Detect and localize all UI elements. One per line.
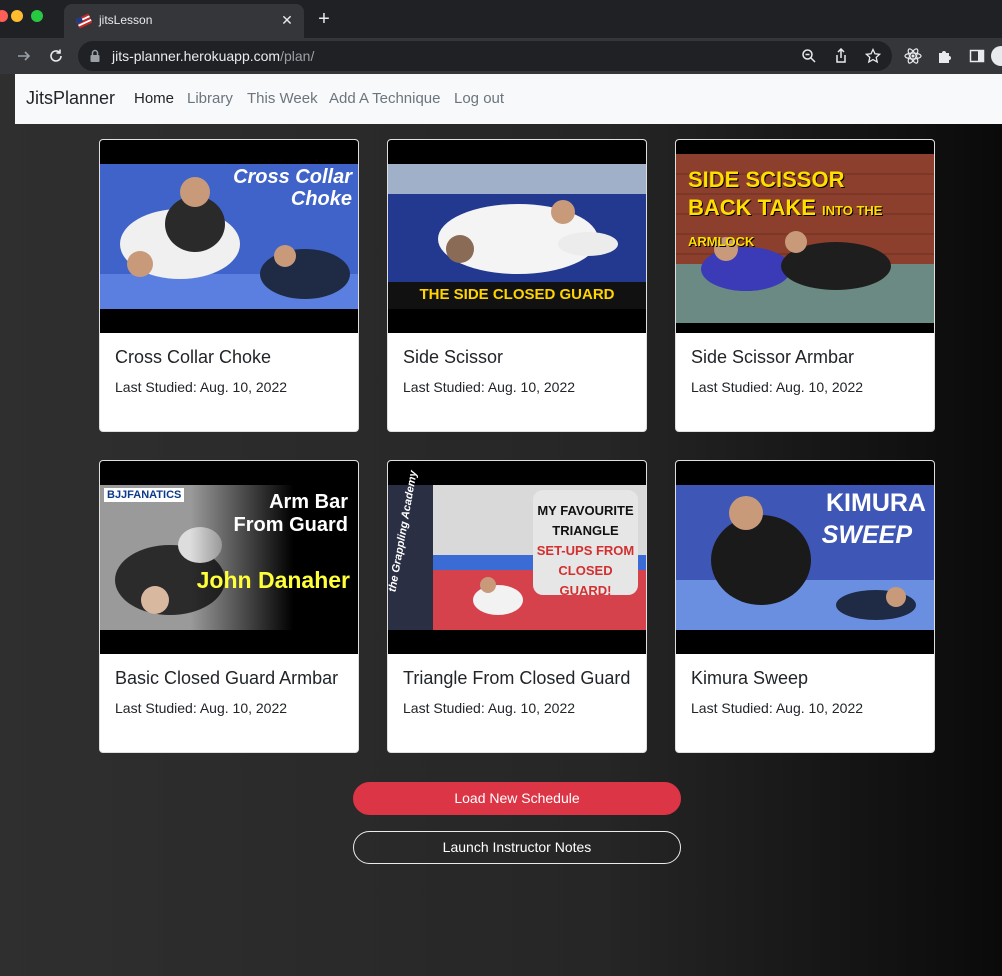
thumbnail-caption-line: From Guard [233, 514, 348, 536]
card-title: Cross Collar Choke [115, 347, 272, 367]
thumbnail-caption-line: SET-UPS FROM [536, 543, 635, 558]
technique-card[interactable]: Cross Collar Choke Cross Collar Choke La… [99, 139, 359, 432]
thumbnail-caption-line: BACK TAKE INTO THE ARMLOCK [688, 194, 934, 256]
card-last-studied: Last Studied: Aug. 10, 2022 [115, 700, 288, 716]
navbar-brand[interactable]: JitsPlanner [26, 88, 115, 109]
browser-toolbar: jits-planner.herokuapp.com/plan/ [0, 38, 1002, 74]
react-devtools-icon[interactable] [902, 45, 924, 67]
thumbnail-caption-line: SIDE SCISSOR [688, 167, 845, 192]
minimize-window-button[interactable] [11, 10, 23, 22]
tab-title: jitsLesson [99, 13, 153, 27]
thumbnail-caption-word: BACK TAKE [688, 195, 816, 220]
nav-link-home[interactable]: Home [134, 90, 174, 107]
video-thumbnail[interactable]: Cross Collar Choke [100, 140, 358, 333]
thumbnail-caption: John Danaher [196, 567, 350, 593]
thumbnail-caption-line: TRIANGLE [552, 523, 619, 538]
technique-card[interactable]: THE SIDE CLOSED GUARD Side Scissor Last … [387, 139, 647, 432]
thumbnail-caption: Cross Collar Choke [233, 166, 352, 210]
thumbnail-caption-line: Cross Collar [233, 166, 352, 188]
lock-icon[interactable] [84, 45, 106, 67]
thumbnail-caption-line: MY FAVOURITE [537, 503, 634, 518]
tab-close-icon[interactable]: ✕ [278, 9, 296, 31]
thumbnail-caption: THE SIDE CLOSED GUARD [419, 286, 615, 303]
address-bar[interactable]: jits-planner.herokuapp.com/plan/ [78, 41, 892, 71]
thumbnail-caption: KIMURA SWEEP [822, 487, 926, 551]
card-title: Triangle From Closed Guard [403, 668, 631, 688]
technique-card[interactable]: SIDE SCISSOR BACK TAKE INTO THE ARMLOCK … [675, 139, 935, 432]
nav-link-library[interactable]: Library [187, 90, 233, 107]
bjjfanatics-logo: BJJFANATICS [104, 488, 185, 502]
thumbnail-caption-line: Arm Bar [269, 491, 348, 513]
share-icon[interactable] [830, 45, 852, 67]
load-new-schedule-button[interactable]: Load New Schedule [353, 782, 681, 815]
video-thumbnail[interactable]: the Grappling Academy MY FAVOURITE TRIAN… [388, 461, 646, 654]
video-thumbnail[interactable]: SIDE SCISSOR BACK TAKE INTO THE ARMLOCK [676, 140, 934, 333]
card-last-studied: Last Studied: Aug. 10, 2022 [691, 700, 864, 716]
video-thumbnail[interactable]: THE SIDE CLOSED GUARD [388, 140, 646, 333]
technique-card[interactable]: the Grappling Academy MY FAVOURITE TRIAN… [387, 460, 647, 753]
bookmark-star-icon[interactable] [862, 45, 884, 67]
forward-arrow-icon[interactable] [13, 45, 35, 67]
nav-link-this-week[interactable]: This Week [247, 90, 318, 107]
zoom-icon[interactable] [798, 45, 820, 67]
thumbnail-caption-line: KIMURA [826, 489, 926, 517]
extensions-puzzle-icon[interactable] [934, 45, 956, 67]
thumbnail-caption: MY FAVOURITE TRIANGLE SET-UPS FROM CLOSE… [533, 501, 638, 601]
thumbnail-caption: Arm Bar From Guard [234, 491, 348, 537]
url-text: jits-planner.herokuapp.com/plan/ [112, 48, 314, 64]
nav-link-add-technique[interactable]: Add A Technique [329, 90, 441, 107]
card-title: Side Scissor Armbar [691, 347, 855, 367]
new-tab-button[interactable]: + [312, 8, 336, 32]
technique-card[interactable]: KIMURA SWEEP Kimura Sweep Last Studied: … [675, 460, 935, 753]
profile-avatar-icon[interactable] [990, 45, 1002, 67]
card-last-studied: Last Studied: Aug. 10, 2022 [691, 379, 864, 395]
url-path: /plan/ [280, 48, 315, 64]
card-title: Basic Closed Guard Armbar [115, 668, 339, 688]
thumbnail-caption-line: CLOSED GUARD! [558, 563, 613, 598]
card-last-studied: Last Studied: Aug. 10, 2022 [403, 700, 576, 716]
card-title: Kimura Sweep [691, 668, 809, 688]
thumbnail-caption-line: Choke [290, 188, 352, 210]
browser-tab-bar: jitsLesson ✕ + [0, 0, 1002, 38]
card-title: Side Scissor [403, 347, 504, 367]
technique-card[interactable]: BJJFANATICS Arm Bar From Guard John Dana… [99, 460, 359, 753]
side-panel-icon[interactable] [966, 45, 988, 67]
launch-instructor-notes-button[interactable]: Launch Instructor Notes [353, 831, 681, 864]
navbar: JitsPlanner Home Library This Week Add A… [15, 74, 1002, 124]
nav-link-log-out[interactable]: Log out [454, 90, 504, 107]
maximize-window-button[interactable] [31, 10, 43, 22]
card-last-studied: Last Studied: Aug. 10, 2022 [403, 379, 576, 395]
browser-tab[interactable]: jitsLesson ✕ [64, 4, 304, 38]
thumbnail-caption: SIDE SCISSOR BACK TAKE INTO THE ARMLOCK [688, 166, 934, 256]
url-host: jits-planner.herokuapp.com [112, 48, 281, 64]
thumbnail-caption-line: SWEEP [821, 521, 912, 549]
card-last-studied: Last Studied: Aug. 10, 2022 [115, 379, 288, 395]
close-window-button[interactable] [0, 10, 8, 22]
video-thumbnail[interactable]: KIMURA SWEEP [676, 461, 934, 654]
reload-icon[interactable] [45, 45, 67, 67]
video-thumbnail[interactable]: BJJFANATICS Arm Bar From Guard John Dana… [100, 461, 358, 654]
page-content: JitsPlanner Home Library This Week Add A… [0, 74, 1002, 976]
flag-favicon-icon [76, 13, 92, 29]
